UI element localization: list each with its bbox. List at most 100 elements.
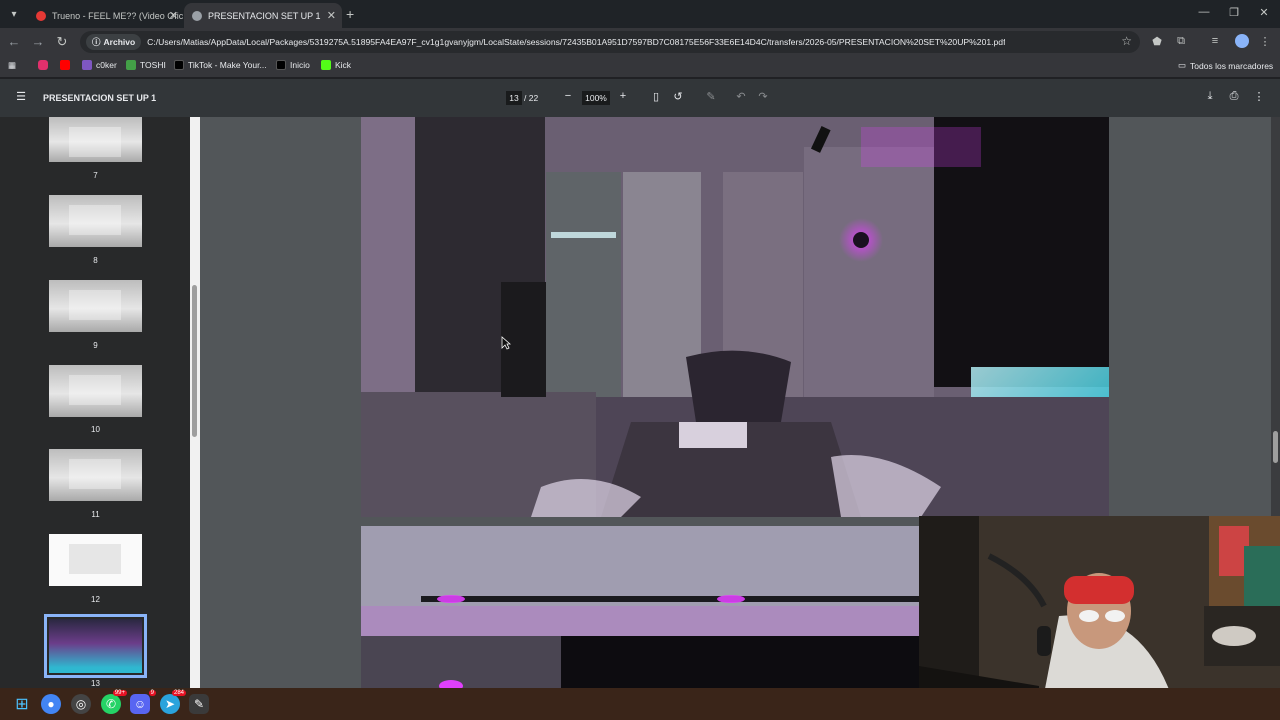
bookmark-label: TOSHI	[140, 60, 166, 70]
toshi-icon	[126, 60, 136, 70]
close-tab-icon[interactable]: ✕	[169, 9, 178, 22]
whatsapp-icon[interactable]: ✆ 99+	[101, 690, 127, 714]
windows-start-icon[interactable]: ⊞	[12, 694, 32, 714]
youtube-icon	[60, 60, 70, 70]
tiktok-icon	[174, 60, 184, 70]
file-chip[interactable]: ⓘ Archivo	[86, 34, 142, 50]
file-chip-label: Archivo	[103, 37, 136, 47]
telegram-icon[interactable]: ➤ 284	[160, 690, 186, 714]
obs-icon[interactable]: ◎	[71, 694, 91, 714]
instagram-icon	[38, 60, 48, 70]
thumbnail-sidebar: 7 8 9 10 11 12 13	[0, 117, 200, 688]
bookmark-label: TikTok - Make Your...	[188, 60, 267, 70]
notification-badge: 284	[171, 690, 186, 696]
close-window-icon[interactable]: ✕	[1256, 6, 1272, 19]
folder-icon: ▭	[1178, 60, 1187, 70]
more-options-icon[interactable]: ⋮	[1252, 90, 1266, 103]
apps-grid-icon[interactable]: ▦	[8, 60, 16, 71]
reload-icon[interactable]: ↻	[54, 34, 70, 50]
minimize-icon[interactable]: —	[1196, 6, 1212, 18]
pdf-page-render	[361, 117, 1109, 517]
undo-icon[interactable]: ↶	[734, 90, 748, 103]
tab-search-icon[interactable]: ▾	[4, 4, 24, 24]
pdf-title: PRESENTACION SET UP 1	[43, 93, 157, 103]
page-thumbnail-label: 7	[93, 171, 98, 180]
new-tab-icon[interactable]: +	[346, 6, 354, 22]
page-total: / 22	[524, 93, 539, 103]
page-thumbnail-selected[interactable]	[44, 614, 147, 678]
page-thumbnail-label: 9	[93, 341, 98, 350]
tab-title: Trueno - FEEL ME?? (Video Ofic	[52, 10, 184, 21]
zoom-out-icon[interactable]: −	[561, 90, 575, 102]
notification-badge: 99+	[112, 690, 127, 696]
tool-icon[interactable]: ✎	[189, 694, 209, 714]
bookmark-label: Inicio	[290, 60, 310, 70]
tab-title: PRESENTACION SET UP 1	[208, 10, 321, 21]
info-icon: ⓘ	[92, 37, 101, 47]
zoom-input[interactable]: 100%	[582, 91, 610, 105]
bookmark-tiktok[interactable]: TikTok - Make Your...	[174, 60, 267, 70]
rotate-icon[interactable]: ↺	[671, 90, 685, 103]
page-thumbnail-label: 12	[91, 595, 100, 604]
page-thumbnail[interactable]	[49, 195, 142, 247]
bookmark-label: Kick	[335, 60, 352, 70]
tab-trueno[interactable]: Trueno - FEEL ME?? (Video Ofic ✕	[28, 3, 184, 28]
page-number-input[interactable]: 13	[506, 91, 522, 105]
redo-icon[interactable]: ↷	[756, 90, 770, 103]
download-icon[interactable]: ⤓	[1203, 90, 1217, 103]
pdf-toolbar: ☰ PRESENTACION SET UP 1 13 / 22 − 100% +…	[0, 79, 1280, 117]
profile-avatar[interactable]	[1235, 34, 1249, 48]
page-thumbnail-label: 13	[91, 679, 100, 688]
all-bookmarks-label: Todos los marcadores	[1190, 60, 1274, 71]
taskbar: ⊞ ● ◎ ✆ 99+ ☺ 9 ➤ 284 ✎	[0, 688, 1280, 720]
notification-badge: 9	[148, 690, 156, 696]
bookmark-instagram[interactable]	[38, 60, 48, 70]
all-bookmarks[interactable]: ▭ Todos los marcadores	[1178, 60, 1273, 71]
bookmark-toshi[interactable]: TOSHI	[126, 60, 166, 70]
address-bar[interactable]: ⓘ Archivo C:/Users/Matias/AppData/Local/…	[80, 31, 1140, 53]
discord-icon[interactable]: ☺ 9	[130, 690, 156, 714]
fit-page-icon[interactable]: ▯	[649, 90, 663, 103]
tab-presentacion[interactable]: PRESENTACION SET UP 1 ✕	[184, 3, 342, 28]
browser-toolbar: ← → ↻ ⓘ Archivo C:/Users/Matias/AppData/…	[0, 28, 1280, 56]
back-icon[interactable]: ←	[6, 34, 22, 49]
page-thumbnail[interactable]	[49, 365, 142, 417]
sidebar-menu-icon[interactable]: ☰	[14, 90, 28, 103]
c0ker-icon	[82, 60, 92, 70]
page-thumbnail-label: 11	[91, 510, 100, 519]
bookmark-star-icon[interactable]: ☆	[1121, 34, 1132, 48]
zoom-in-icon[interactable]: +	[616, 90, 630, 102]
page-thumbnail[interactable]	[49, 534, 142, 586]
extension-shield-icon[interactable]: ⬟	[1150, 35, 1164, 48]
page-thumbnail[interactable]	[49, 117, 142, 162]
restore-icon[interactable]: ❐	[1226, 6, 1242, 19]
media-control-icon[interactable]: ≡	[1208, 35, 1222, 47]
bookmark-inicio[interactable]: Inicio	[276, 60, 310, 70]
room-render-image	[361, 117, 1109, 517]
close-tab-icon[interactable]: ✕	[327, 9, 336, 22]
x-icon	[276, 60, 286, 70]
bookmark-c0ker[interactable]: c0ker	[82, 60, 117, 70]
globe-favicon-icon	[192, 10, 202, 21]
kick-icon	[321, 60, 331, 70]
print-icon[interactable]: ⎙	[1227, 90, 1241, 103]
main-scrollbar-thumb[interactable]	[1273, 431, 1278, 463]
url-text[interactable]: C:/Users/Matias/AppData/Local/Packages/5…	[147, 37, 1005, 47]
bookmark-label: c0ker	[96, 60, 117, 70]
annotate-icon[interactable]: ✎	[704, 90, 718, 103]
bookmark-youtube[interactable]	[60, 60, 70, 70]
sidebar-scrollbar-thumb[interactable]	[192, 285, 197, 437]
youtube-favicon-icon	[36, 10, 46, 21]
page-thumbnail[interactable]	[49, 280, 142, 332]
tab-strip: ▾ Trueno - FEEL ME?? (Video Ofic ✕ PRESE…	[0, 0, 1280, 28]
page-thumbnail[interactable]	[49, 449, 142, 501]
bookmarks-bar: ▦ c0ker TOSHI TikTok - Make Your... Inic…	[0, 56, 1280, 78]
menu-kebab-icon[interactable]: ⋮	[1258, 35, 1272, 48]
chrome-icon[interactable]: ●	[41, 694, 61, 714]
forward-icon[interactable]: →	[30, 34, 46, 49]
page-thumbnail-label: 10	[91, 425, 100, 434]
page-thumbnail-label: 8	[93, 256, 98, 265]
extensions-puzzle-icon[interactable]: ⧉	[1174, 35, 1188, 48]
bookmark-kick[interactable]: Kick	[321, 60, 351, 70]
mouse-cursor-icon	[501, 336, 511, 350]
